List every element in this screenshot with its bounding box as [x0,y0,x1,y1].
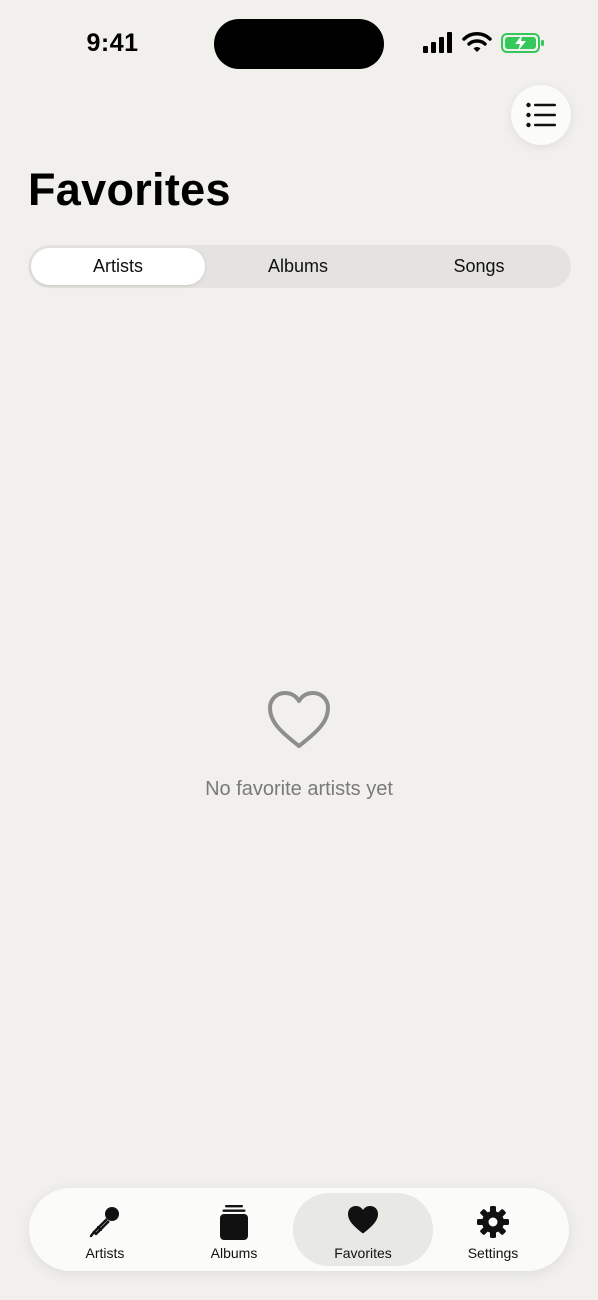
tab-artists[interactable]: Artists [35,1193,175,1266]
battery-charging-icon [501,33,544,53]
menu-button[interactable] [511,85,571,145]
dynamic-island [214,19,384,69]
heart-outline-icon [268,691,330,748]
tab-favorites-label: Favorites [334,1245,392,1261]
album-stack-icon [220,1205,248,1240]
heart-icon [348,1206,378,1234]
microphone-icon [89,1207,119,1238]
segment-albums[interactable]: Albums [209,248,387,285]
page-title: Favorites [28,164,231,215]
status-time: 9:41 [86,29,139,57]
tab-artists-label: Artists [85,1245,125,1261]
segment-artists[interactable]: Artists [31,248,205,285]
tab-albums[interactable]: Albums [164,1193,304,1266]
cellular-signal-icon [423,32,452,53]
tab-bar: Artists Albums Favorites Settings [29,1188,569,1271]
gear-icon [477,1206,509,1238]
wifi-icon [462,32,492,52]
segment-songs[interactable]: Songs [390,248,568,285]
status-icons [422,31,552,57]
list-icon [526,102,556,128]
tab-albums-label: Albums [210,1245,258,1261]
tab-settings-label: Settings [467,1245,519,1261]
tab-favorites[interactable]: Favorites [293,1193,433,1266]
tab-settings[interactable]: Settings [423,1193,563,1266]
status-bar: 9:41 [0,0,598,90]
empty-state-message: No favorite artists yet [205,778,393,800]
segmented-control: Artists Albums Songs [28,245,571,288]
